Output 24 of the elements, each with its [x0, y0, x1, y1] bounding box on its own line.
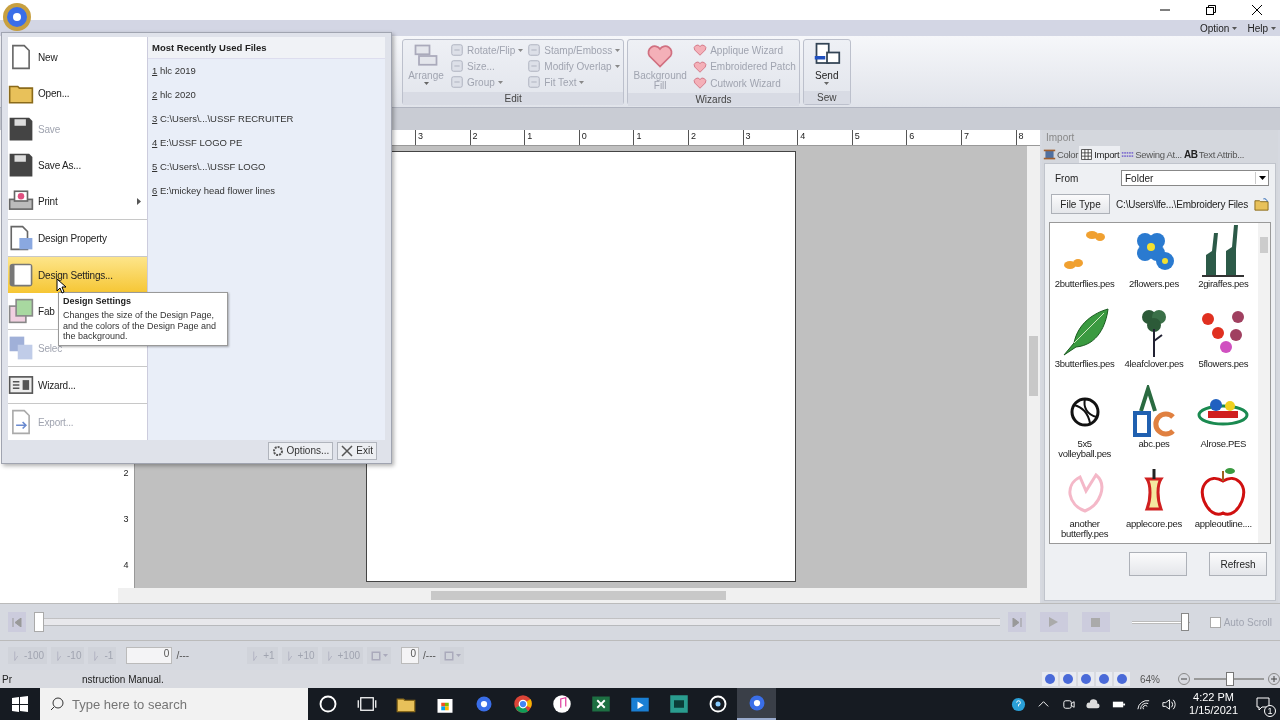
group-label: Edit — [403, 92, 624, 105]
color-total: /--- — [423, 650, 436, 661]
folder-path: C:\Users\lfe...\Embroidery Files — [1116, 198, 1248, 210]
file-name: abc.pes — [1137, 439, 1171, 449]
file-name: another butterfly.pes — [1060, 519, 1110, 539]
zoom-level: 64% — [1140, 673, 1160, 685]
file-name: 5flowers.pes — [1197, 359, 1250, 369]
panel-title: Import — [1046, 132, 1075, 143]
from-label: From — [1054, 172, 1080, 184]
file-name: 2giraffes.pes — [1197, 279, 1250, 289]
status-text: nstruction Manual. — [82, 673, 164, 685]
stitch-total: /--- — [176, 650, 190, 661]
file-name: 4leafclover.pes — [1123, 359, 1185, 369]
status-text: Pr — [2, 673, 12, 685]
file-name: applecore.pes — [1125, 519, 1183, 529]
file-name: 2butterflies.pes — [1053, 279, 1116, 289]
recent-files-title: Most Recently Used Files — [148, 37, 385, 59]
file-name: 2flowers.pes — [1128, 279, 1180, 289]
file-name: appleoutline.... — [1193, 519, 1253, 529]
file-name: 5x5 volleyball.pes — [1057, 439, 1113, 459]
group-label: Sew — [803, 91, 850, 104]
file-name: Alrose.PES — [1199, 439, 1248, 449]
group-label: Wizards — [628, 93, 799, 106]
file-name: 3butterflies.pes — [1053, 359, 1116, 369]
